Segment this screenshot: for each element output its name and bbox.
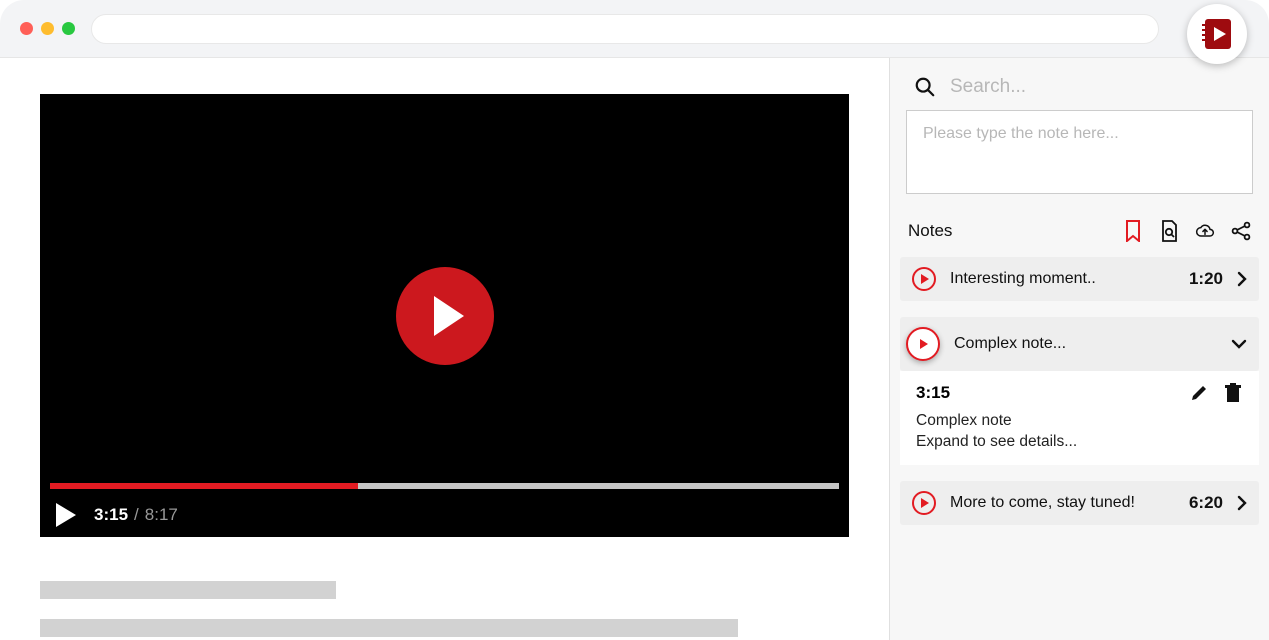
minimize-window-button[interactable] bbox=[41, 22, 54, 35]
placeholder-bar bbox=[40, 581, 336, 599]
notes-sidebar: Notes Interesting moment.. bbox=[890, 58, 1269, 640]
progress-fill bbox=[50, 483, 358, 489]
address-bar[interactable] bbox=[91, 14, 1159, 44]
chevron-down-icon bbox=[1231, 339, 1247, 349]
play-circle-icon[interactable] bbox=[906, 327, 940, 361]
time-display: 3:15 / 8:17 bbox=[94, 505, 178, 525]
note-row[interactable]: Complex note... bbox=[900, 317, 1259, 371]
note-time: 6:20 bbox=[1189, 493, 1223, 513]
note-label: Complex note... bbox=[954, 335, 1217, 353]
maximize-window-button[interactable] bbox=[62, 22, 75, 35]
video-player[interactable]: 3:15 / 8:17 bbox=[40, 94, 849, 537]
content-placeholder bbox=[40, 581, 849, 637]
chevron-right-icon bbox=[1237, 271, 1247, 287]
notes-title: Notes bbox=[908, 221, 952, 241]
share-icon[interactable] bbox=[1231, 221, 1251, 241]
find-in-page-icon[interactable] bbox=[1159, 221, 1179, 241]
close-window-button[interactable] bbox=[20, 22, 33, 35]
chevron-right-icon bbox=[1237, 495, 1247, 511]
placeholder-bar bbox=[40, 619, 738, 637]
time-current: 3:15 bbox=[94, 505, 128, 525]
delete-icon[interactable] bbox=[1223, 383, 1243, 403]
expanded-body: Complex note Expand to see details... bbox=[910, 409, 1249, 455]
play-button-large[interactable] bbox=[396, 267, 494, 365]
expanded-time: 3:15 bbox=[916, 383, 950, 403]
play-circle-icon[interactable] bbox=[912, 491, 936, 515]
browser-chrome bbox=[0, 0, 1269, 58]
search-icon bbox=[914, 76, 936, 98]
video-controls: 3:15 / 8:17 bbox=[50, 503, 178, 527]
search-input[interactable] bbox=[950, 76, 1245, 98]
extension-badge[interactable] bbox=[1187, 4, 1247, 64]
edit-icon[interactable] bbox=[1189, 383, 1209, 403]
time-total: 8:17 bbox=[145, 505, 178, 525]
note-label: Interesting moment.. bbox=[950, 270, 1175, 288]
video-pane: 3:15 / 8:17 bbox=[0, 58, 889, 640]
note-time: 1:20 bbox=[1189, 269, 1223, 289]
play-circle-icon[interactable] bbox=[912, 267, 936, 291]
note-row[interactable]: Interesting moment.. 1:20 bbox=[900, 257, 1259, 301]
search-row bbox=[890, 58, 1269, 110]
notes-header: Notes bbox=[890, 199, 1269, 251]
extension-logo-icon bbox=[1198, 15, 1236, 53]
note-label: More to come, stay tuned! bbox=[950, 494, 1175, 512]
note-input[interactable] bbox=[906, 110, 1253, 194]
note-row[interactable]: More to come, stay tuned! 6:20 bbox=[900, 481, 1259, 525]
cloud-upload-icon[interactable] bbox=[1195, 221, 1215, 241]
progress-bar[interactable] bbox=[50, 483, 839, 489]
notes-list: Interesting moment.. 1:20 Complex note..… bbox=[890, 251, 1269, 525]
bookmark-icon[interactable] bbox=[1123, 221, 1143, 241]
play-button-small[interactable] bbox=[56, 503, 76, 527]
window-controls bbox=[20, 22, 75, 35]
main-area: 3:15 / 8:17 Notes bbox=[0, 58, 1269, 640]
note-expanded: 3:15 Complex note Expand to see details.… bbox=[900, 371, 1259, 465]
play-icon bbox=[434, 296, 464, 336]
note-row-expanded-group: Complex note... 3:15 bbox=[900, 317, 1259, 465]
time-separator: / bbox=[134, 505, 139, 525]
